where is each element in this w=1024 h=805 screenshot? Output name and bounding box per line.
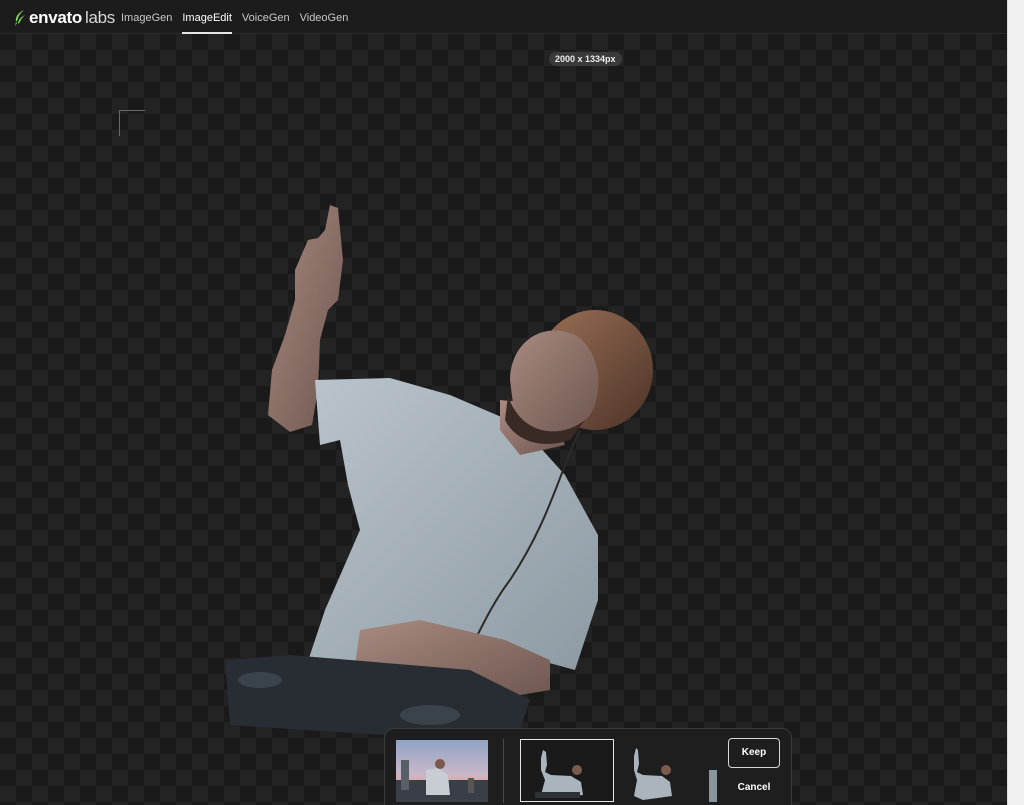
keep-button[interactable]: Keep	[728, 738, 780, 768]
tab-voicegen[interactable]: VoiceGen	[242, 0, 290, 34]
original-photo-icon	[396, 740, 488, 802]
cutout-variant-icon	[634, 748, 672, 800]
tray-divider	[503, 739, 504, 803]
image-dimensions-badge: 2000 x 1334px	[549, 52, 622, 66]
cutout-variant-icon	[535, 750, 583, 798]
background-removed-subject[interactable]	[220, 200, 660, 740]
cancel-button[interactable]: Cancel	[728, 776, 780, 800]
top-navigation-bar: envato labs ImageGen ImageEdit VoiceGen V…	[0, 0, 1007, 34]
tab-videogen[interactable]: VideoGen	[300, 0, 349, 34]
tab-imageedit[interactable]: ImageEdit	[182, 0, 232, 34]
brand-name: envato	[29, 8, 82, 27]
product-tabs: ImageGen ImageEdit VoiceGen VideoGen	[121, 0, 348, 34]
original-image-thumbnail[interactable]	[396, 740, 488, 802]
envato-leaf-icon	[15, 10, 25, 26]
variant-tray: Keep Cancel	[384, 728, 792, 805]
envato-labs-logo[interactable]: envato labs	[14, 8, 115, 27]
tab-imagegen[interactable]: ImageGen	[121, 0, 172, 34]
page-scrollbar[interactable]	[1007, 0, 1024, 805]
variant-thumbnail-1-selected[interactable]	[520, 739, 614, 802]
variant-thumbnail-3[interactable]	[705, 740, 717, 802]
app-window: envato labs ImageGen ImageEdit VoiceGen V…	[0, 0, 1007, 805]
brand-suffix: labs	[85, 8, 115, 27]
cutout-variant-icon	[709, 770, 717, 802]
variant-thumbnail-2[interactable]	[628, 740, 698, 802]
crop-corner-handle[interactable]	[119, 110, 145, 136]
